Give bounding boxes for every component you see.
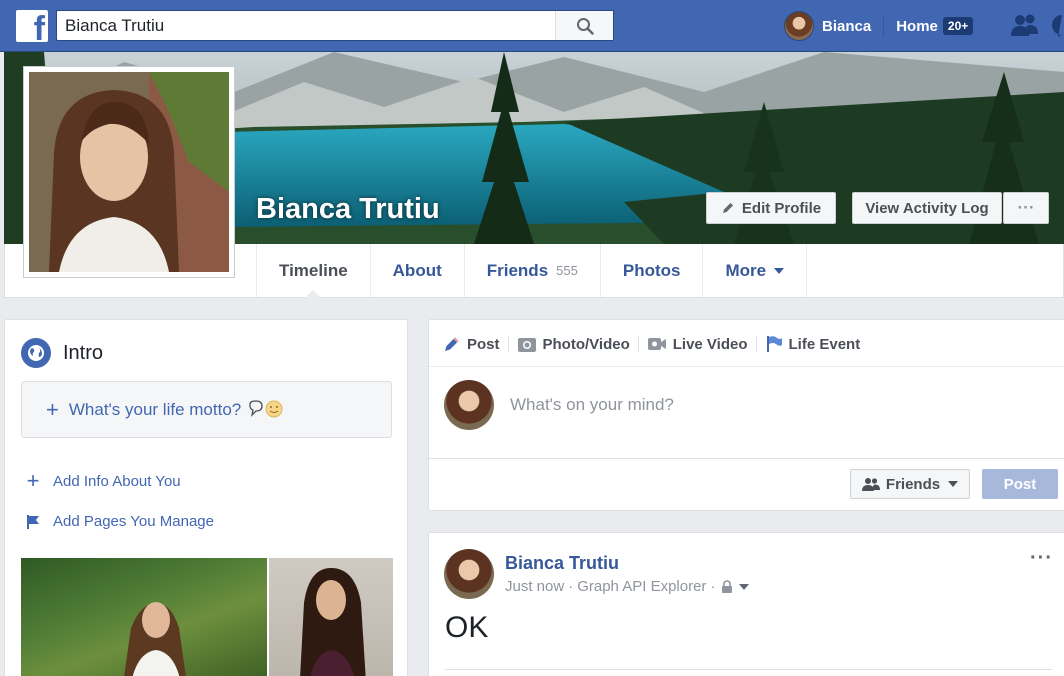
friend-requests-icon[interactable] xyxy=(1010,12,1040,38)
tab-friends[interactable]: Friends 555 xyxy=(463,244,600,297)
caret-down-icon xyxy=(948,481,959,487)
post-message: OK xyxy=(445,611,489,644)
life-motto-placeholder: What's your life motto? xyxy=(68,399,242,419)
lock-icon[interactable] xyxy=(721,580,733,593)
meta-separator: · xyxy=(710,578,716,595)
featured-photo-2[interactable] xyxy=(269,558,393,676)
post-meta: Just now · Graph API Explorer · xyxy=(505,578,750,595)
composer-tab-life-event-label: Life Event xyxy=(788,335,861,353)
post-timestamp[interactable]: Just now xyxy=(505,578,564,595)
caret-down-icon xyxy=(774,267,785,274)
home-notification-badge: 20+ xyxy=(942,17,974,35)
edit-profile-button[interactable]: Edit Profile xyxy=(706,192,836,224)
more-dots-icon: ··· xyxy=(1017,198,1035,217)
post-button[interactable]: Post xyxy=(982,469,1058,499)
video-camera-icon xyxy=(647,336,667,352)
pencil-icon xyxy=(722,203,733,213)
search-button[interactable] xyxy=(555,11,613,40)
featured-photo-1[interactable] xyxy=(21,558,267,676)
composer-tab-post-label: Post xyxy=(467,335,500,353)
divider xyxy=(637,336,639,352)
tab-more[interactable]: More xyxy=(702,244,808,297)
tab-about-label: About xyxy=(392,260,442,280)
composer-tab-live-video[interactable]: Live Video xyxy=(647,336,756,353)
life-motto-input[interactable]: + What's your life motto? xyxy=(21,381,392,438)
post-composer: Post Photo/Video Live Video Life Event W… xyxy=(428,319,1064,511)
plus-icon: + xyxy=(46,396,59,422)
tab-photos[interactable]: Photos xyxy=(599,244,703,297)
tab-friends-label: Friends xyxy=(486,260,549,280)
composer-tab-post[interactable]: Post xyxy=(443,335,508,353)
composer-tab-photo-video[interactable]: Photo/Video xyxy=(517,335,638,353)
facebook-logo-letter: f xyxy=(33,10,45,42)
profile-name[interactable]: Bianca Trutiu xyxy=(256,193,440,226)
tab-timeline[interactable]: Timeline xyxy=(256,244,370,298)
home-link[interactable]: Home xyxy=(896,18,938,35)
user-nav: Bianca Home 20+ xyxy=(784,0,974,52)
user-name-link[interactable]: Bianca xyxy=(822,18,871,35)
composer-tab-live-video-label: Live Video xyxy=(672,335,748,353)
add-pages-label: Add Pages You Manage xyxy=(53,513,214,530)
featured-photo-2-image xyxy=(300,568,366,676)
camera-icon xyxy=(517,335,537,353)
feed-post: Bianca Trutiu Just now · Graph API Explo… xyxy=(428,532,1064,676)
composer-tab-life-event[interactable]: Life Event xyxy=(765,335,869,353)
globe-icon xyxy=(21,338,51,368)
composer-input[interactable]: What's on your mind? xyxy=(510,395,674,415)
intro-card: Intro + What's your life motto? + Add In… xyxy=(4,319,408,676)
search-input[interactable] xyxy=(57,11,557,40)
plus-icon: + xyxy=(26,468,40,493)
tab-about[interactable]: About xyxy=(369,244,464,297)
post-app-source[interactable]: Graph API Explorer xyxy=(577,578,706,595)
divider xyxy=(445,669,1052,670)
add-pages-link[interactable]: Add Pages You Manage xyxy=(23,513,214,530)
nav-divider xyxy=(883,15,885,37)
pencil-icon xyxy=(443,335,461,353)
profile-tabs: Timeline About Friends 555 Photos More xyxy=(256,244,808,298)
intro-header: Intro xyxy=(21,338,103,368)
speech-bubble-smiley-icon xyxy=(249,399,283,417)
post-options-button[interactable]: ··· xyxy=(1030,547,1053,570)
friends-icon xyxy=(861,478,880,491)
audience-selector[interactable]: Friends xyxy=(850,469,970,499)
tab-timeline-label: Timeline xyxy=(279,260,348,280)
divider xyxy=(429,366,1064,367)
view-activity-log-label: View Activity Log xyxy=(865,199,989,217)
divider xyxy=(755,336,757,352)
divider xyxy=(507,336,509,352)
user-avatar[interactable] xyxy=(784,11,814,41)
divider xyxy=(429,458,1064,459)
post-author-avatar[interactable] xyxy=(444,549,494,599)
search-box xyxy=(56,10,614,41)
edit-profile-label: Edit Profile xyxy=(741,199,822,217)
flag-icon xyxy=(765,335,783,353)
messenger-icon[interactable] xyxy=(1050,12,1064,38)
add-info-label: Add Info About You xyxy=(53,472,181,490)
tab-more-label: More xyxy=(725,260,767,280)
audience-label: Friends xyxy=(885,475,941,493)
profile-picture[interactable] xyxy=(23,66,235,278)
composer-tabs: Post Photo/Video Live Video Life Event xyxy=(443,332,868,356)
facebook-logo[interactable]: f xyxy=(16,10,48,42)
caret-down-icon[interactable] xyxy=(739,583,750,590)
flag-icon xyxy=(23,514,43,530)
search-icon xyxy=(576,17,594,35)
featured-photo-1-image xyxy=(124,602,186,676)
top-navigation-bar: f Bianca Home 20+ xyxy=(0,0,1064,52)
post-author-name[interactable]: Bianca Trutiu xyxy=(505,553,619,574)
view-activity-log-button[interactable]: View Activity Log xyxy=(852,192,1002,224)
tab-photos-label: Photos xyxy=(622,260,681,280)
profile-photo-image xyxy=(29,72,229,272)
meta-separator: · xyxy=(568,578,574,595)
add-info-link[interactable]: + Add Info About You xyxy=(23,468,181,494)
intro-title: Intro xyxy=(63,341,104,364)
composer-tab-photo-video-label: Photo/Video xyxy=(542,335,630,353)
composer-avatar[interactable] xyxy=(444,380,494,430)
friends-count: 555 xyxy=(556,263,578,278)
profile-more-options-button[interactable]: ··· xyxy=(1003,192,1049,224)
